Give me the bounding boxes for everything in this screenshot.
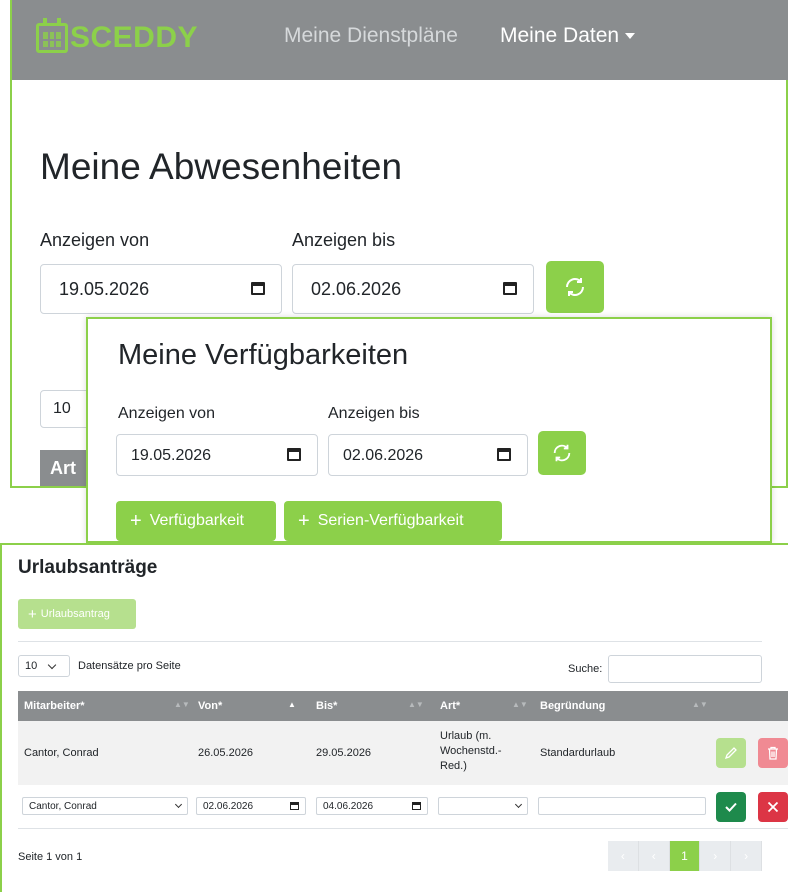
vacation-title: Urlaubsanträge bbox=[18, 557, 158, 578]
cell-to: 29.05.2026 bbox=[316, 747, 372, 759]
check-icon bbox=[725, 802, 737, 812]
plus-icon: + bbox=[298, 509, 310, 532]
page-length-control: 10 Datensätze pro Seite bbox=[18, 655, 181, 677]
nav-link-meine-daten-label: Meine Daten bbox=[500, 24, 620, 47]
column-header-reason[interactable]: Begründung bbox=[540, 700, 605, 712]
sort-asc-icon: ▲ bbox=[288, 700, 296, 709]
navbar: SCEDDY Meine Dienstpläne Meine Daten bbox=[12, 0, 788, 80]
cancel-button[interactable] bbox=[758, 792, 788, 822]
calendar-icon[interactable] bbox=[290, 802, 299, 810]
cell-type: Urlaub (m. Wochenstd.-Red.) bbox=[440, 730, 502, 772]
add-availability-button[interactable]: + Verfügbarkeit bbox=[116, 501, 276, 541]
refresh-button[interactable] bbox=[546, 261, 604, 313]
page-length-value: 10 bbox=[25, 660, 38, 672]
to-date-field-value: 04.06.2026 bbox=[323, 800, 374, 812]
page-info: Seite 1 von 1 bbox=[18, 851, 83, 863]
page-button-current[interactable]: 1 bbox=[669, 841, 701, 871]
nav-link-meine-daten[interactable]: Meine Daten bbox=[500, 24, 636, 48]
from-date-value: 19.05.2026 bbox=[131, 447, 212, 464]
refresh-button[interactable] bbox=[538, 431, 586, 475]
cell-reason: Standardurlaub bbox=[540, 747, 616, 759]
employee-select-value: Cantor, Conrad bbox=[29, 800, 97, 812]
column-header-employee[interactable]: Mitarbeiter* bbox=[24, 700, 85, 712]
new-entry-row: Cantor, Conrad 02.06.2026 04.06.2026 bbox=[18, 785, 788, 829]
chevron-down-icon bbox=[48, 660, 57, 669]
employee-select[interactable]: Cantor, Conrad bbox=[22, 797, 188, 815]
sort-icon: ▲▼ bbox=[174, 700, 190, 709]
brand[interactable]: SCEDDY bbox=[36, 18, 199, 56]
close-icon bbox=[767, 801, 779, 813]
calendar-icon[interactable] bbox=[497, 448, 511, 461]
availability-panel: Meine Verfügbarkeiten Anzeigen von Anzei… bbox=[86, 317, 772, 543]
brand-name: SCEDDY bbox=[70, 21, 199, 54]
calendar-icon[interactable] bbox=[287, 448, 301, 461]
page-length-label: Datensätze pro Seite bbox=[78, 660, 181, 672]
to-date-value: 02.06.2026 bbox=[343, 447, 424, 464]
calendar-logo-icon bbox=[36, 18, 68, 53]
from-date-value: 19.05.2026 bbox=[59, 279, 150, 299]
refresh-icon bbox=[566, 278, 584, 296]
chevron-down-icon bbox=[514, 800, 523, 809]
page-length-select[interactable]: 10 bbox=[18, 655, 70, 677]
pagination: ‹ ‹ 1 › › bbox=[608, 841, 762, 871]
table-header: Mitarbeiter* ▲▼ Von* ▲ Bis* ▲▼ Art* ▲▼ B… bbox=[18, 691, 788, 721]
sort-icon: ▲▼ bbox=[408, 700, 424, 709]
divider bbox=[18, 641, 762, 642]
sort-icon: ▲▼ bbox=[692, 700, 708, 709]
to-label: Anzeigen bis bbox=[292, 230, 396, 250]
page-title: Meine Abwesenheiten bbox=[40, 146, 403, 187]
edit-button[interactable] bbox=[716, 738, 746, 768]
first-page-button[interactable]: ‹ bbox=[608, 841, 639, 871]
add-vacation-label: Urlaubsantrag bbox=[40, 608, 110, 620]
next-page-button[interactable]: › bbox=[700, 841, 732, 871]
add-series-availability-label: Serien-Verfügbarkeit bbox=[317, 512, 464, 529]
save-button[interactable] bbox=[716, 792, 746, 822]
previous-page-button[interactable]: ‹ bbox=[638, 841, 670, 871]
add-availability-label: Verfügbarkeit bbox=[149, 512, 244, 529]
from-date-input[interactable]: 19.05.2026 bbox=[116, 434, 318, 476]
calendar-icon[interactable] bbox=[251, 282, 265, 295]
cell-employee: Cantor, Conrad bbox=[24, 747, 99, 759]
vacation-panel: Urlaubsanträge + Urlaubsantrag 10 Datens… bbox=[0, 543, 788, 892]
refresh-icon bbox=[553, 444, 571, 462]
cell-from: 26.05.2026 bbox=[198, 747, 254, 759]
delete-button[interactable] bbox=[758, 738, 788, 768]
trash-icon bbox=[768, 746, 778, 760]
reason-field[interactable] bbox=[538, 797, 706, 815]
pencil-icon bbox=[724, 747, 737, 760]
page-length-select[interactable]: 10 bbox=[40, 390, 90, 428]
column-header-type[interactable]: Art* bbox=[440, 700, 460, 712]
plus-icon: + bbox=[130, 509, 142, 532]
nav-link-dienstplaene[interactable]: Meine Dienstpläne bbox=[284, 24, 458, 48]
from-date-field[interactable]: 02.06.2026 bbox=[196, 797, 306, 815]
availability-title: Meine Verfügbarkeiten bbox=[118, 339, 409, 371]
type-select[interactable] bbox=[438, 797, 528, 815]
plus-icon: + bbox=[28, 605, 37, 623]
to-date-value: 02.06.2026 bbox=[311, 279, 402, 299]
column-header-from[interactable]: Von* bbox=[198, 700, 222, 712]
calendar-icon[interactable] bbox=[503, 282, 517, 295]
to-date-input[interactable]: 02.06.2026 bbox=[292, 264, 534, 314]
from-date-field-value: 02.06.2026 bbox=[203, 800, 254, 812]
table-row[interactable]: Cantor, Conrad 26.05.2026 29.05.2026 Url… bbox=[18, 721, 788, 785]
chevron-down-icon bbox=[174, 800, 183, 809]
add-vacation-request-button[interactable]: + Urlaubsantrag bbox=[18, 599, 136, 629]
search-label: Suche: bbox=[568, 663, 603, 675]
to-label: Anzeigen bis bbox=[328, 405, 420, 422]
sort-icon: ▲▼ bbox=[512, 700, 528, 709]
column-header-to[interactable]: Bis* bbox=[316, 700, 337, 712]
to-date-input[interactable]: 02.06.2026 bbox=[328, 434, 528, 476]
from-date-input[interactable]: 19.05.2026 bbox=[40, 264, 282, 314]
to-date-field[interactable]: 04.06.2026 bbox=[316, 797, 428, 815]
from-label: Anzeigen von bbox=[118, 405, 215, 422]
calendar-icon[interactable] bbox=[412, 802, 421, 810]
add-series-availability-button[interactable]: + Serien-Verfügbarkeit bbox=[284, 501, 502, 541]
search-input[interactable] bbox=[608, 655, 762, 683]
from-label: Anzeigen von bbox=[40, 230, 150, 250]
last-page-button[interactable]: › bbox=[731, 841, 762, 871]
caret-down-icon bbox=[625, 33, 636, 40]
